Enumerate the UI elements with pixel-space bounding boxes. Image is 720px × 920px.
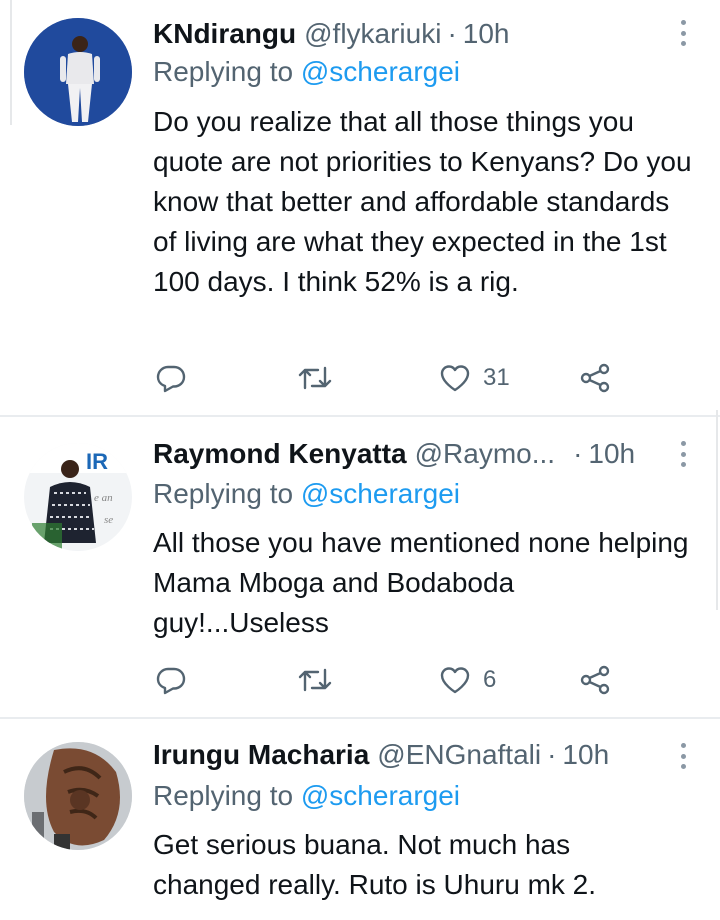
share-button[interactable] (579, 360, 611, 396)
retweet-icon (298, 366, 332, 390)
tweet-actions: 31 (155, 360, 625, 396)
separator-dot: · (447, 18, 457, 49)
left-edge-line (10, 0, 12, 125)
like-button[interactable]: 6 (439, 662, 496, 698)
separator-dot: · (573, 438, 583, 469)
reply-button[interactable] (155, 662, 187, 698)
more-icon[interactable] (676, 739, 690, 773)
tweet-header: Irungu Macharia @ENGnaftali · 10h (153, 735, 650, 775)
tweet-2[interactable]: IR e an se Raymond Kenyatta @Raymo... · … (0, 417, 720, 717)
author-name[interactable]: Irungu Macharia (153, 739, 369, 771)
author-handle[interactable]: @flykariuki (304, 18, 441, 50)
tweet-text: All those you have mentioned none helpin… (153, 527, 689, 638)
tweet-actions: 6 (155, 662, 625, 698)
retweet-icon (298, 668, 332, 692)
share-icon (580, 363, 610, 393)
reply-button[interactable] (155, 360, 187, 396)
svg-text:e an: e an (94, 492, 113, 504)
more-icon[interactable] (676, 437, 690, 471)
tweet-1[interactable]: KNdirangu @flykariuki · 10h Replying to … (0, 0, 720, 415)
svg-text:se: se (104, 514, 113, 526)
right-edge-line (716, 410, 718, 610)
timestamp[interactable]: 10h (588, 438, 635, 470)
tweet-header: Raymond Kenyatta @Raymo... · 10h (153, 434, 650, 474)
share-icon (580, 665, 610, 695)
timestamp[interactable]: 10h (463, 18, 510, 50)
reply-icon (156, 667, 186, 695)
share-button[interactable] (579, 662, 611, 698)
tweet-header: KNdirangu @flykariuki · 10h (153, 14, 650, 54)
like-button[interactable]: 31 (439, 360, 510, 396)
reply-icon (156, 365, 186, 393)
more-icon[interactable] (676, 16, 690, 50)
avatar[interactable] (24, 18, 132, 126)
like-count: 31 (483, 364, 510, 391)
retweet-button[interactable] (297, 662, 333, 698)
replying-to-mention[interactable]: @scherargei (301, 780, 460, 811)
author-name[interactable]: KNdirangu (153, 18, 296, 50)
heart-icon (440, 365, 470, 392)
replying-to-label: Replying to (153, 56, 294, 87)
timestamp[interactable]: 10h (562, 739, 609, 771)
tweet-text: Get serious buana. Not much has changed … (153, 829, 597, 900)
replying-to-label: Replying to (153, 478, 294, 509)
author-name[interactable]: Raymond Kenyatta (153, 438, 407, 470)
replying-to-label: Replying to (153, 780, 294, 811)
tweet-3[interactable]: Irungu Macharia @ENGnaftali · 10h Replyi… (0, 719, 720, 920)
replying-to-mention[interactable]: @scherargei (301, 56, 460, 87)
replying-to: Replying to @scherargei (153, 56, 460, 88)
avatar[interactable] (24, 742, 132, 850)
author-handle[interactable]: @Raymo... (415, 438, 555, 470)
replying-to: Replying to @scherargei (153, 780, 460, 812)
author-handle[interactable]: @ENGnaftali (377, 739, 541, 771)
retweet-button[interactable] (297, 360, 333, 396)
separator-dot: · (547, 739, 557, 770)
svg-text:IR: IR (86, 449, 108, 474)
replying-to-mention[interactable]: @scherargei (301, 478, 460, 509)
tweet-text: Do you realize that all those things you… (153, 106, 692, 297)
heart-icon (440, 667, 470, 694)
like-count: 6 (483, 666, 497, 693)
avatar[interactable]: IR e an se (24, 443, 132, 551)
replying-to: Replying to @scherargei (153, 478, 460, 510)
